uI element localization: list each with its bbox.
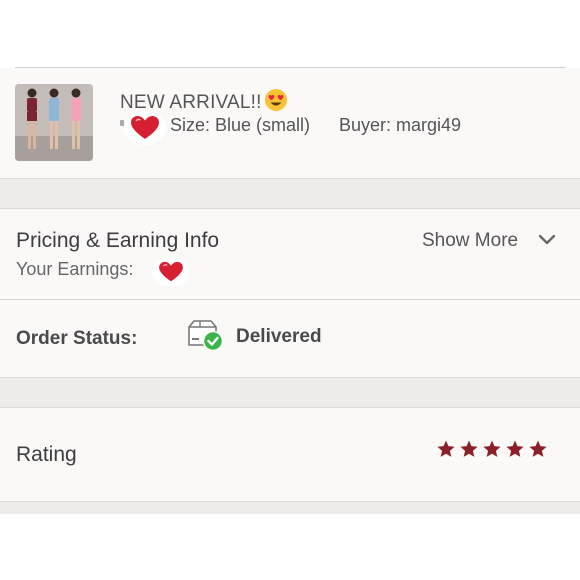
- order-status-value: Delivered: [236, 326, 322, 347]
- delivered-box-check-icon: [186, 319, 226, 358]
- heart-eyes-emoji-icon: [264, 88, 288, 118]
- heart-sticker-icon: [124, 111, 166, 145]
- divider: [0, 501, 580, 502]
- show-more-button[interactable]: Show More: [422, 230, 518, 252]
- section-spacer: [0, 178, 580, 209]
- star-icon: [529, 440, 547, 457]
- pricing-title: Pricing & Earning Info: [16, 229, 220, 252]
- top-blank-area: [0, 0, 580, 67]
- item-title-text: NEW ARRIVAL!!: [120, 92, 262, 113]
- heart-sticker-icon: [152, 257, 190, 287]
- section-spacer: [0, 377, 580, 408]
- star-icon: [460, 440, 478, 457]
- chevron-down-icon[interactable]: [538, 233, 556, 252]
- earnings-label: Your Earnings:: [16, 259, 134, 279]
- item-size: Size: Blue (small): [170, 115, 311, 135]
- star-icon: [437, 440, 455, 457]
- star-icon: [483, 440, 501, 457]
- bottom-blank-area: [0, 514, 580, 580]
- star-icon: [506, 440, 524, 457]
- divider: [0, 178, 580, 179]
- rating-stars: [436, 439, 548, 459]
- pricing-earning-section: Pricing & Earning Info Show More Your Ea…: [0, 209, 580, 299]
- three-models-photo: [15, 84, 93, 161]
- divider: [0, 377, 580, 378]
- item-thumbnail[interactable]: [15, 84, 93, 161]
- order-item-row[interactable]: NEW ARRIVAL!! Size: Blue (small) Buyer: …: [0, 68, 580, 178]
- rating-label: Rating: [16, 443, 77, 466]
- item-buyer[interactable]: Buyer: margi49: [339, 115, 461, 136]
- order-status-label: Order Status:: [16, 328, 138, 349]
- order-status-section: Order Status: Delivered: [0, 300, 580, 377]
- rating-section: Rating: [0, 408, 580, 501]
- section-spacer: [0, 501, 580, 514]
